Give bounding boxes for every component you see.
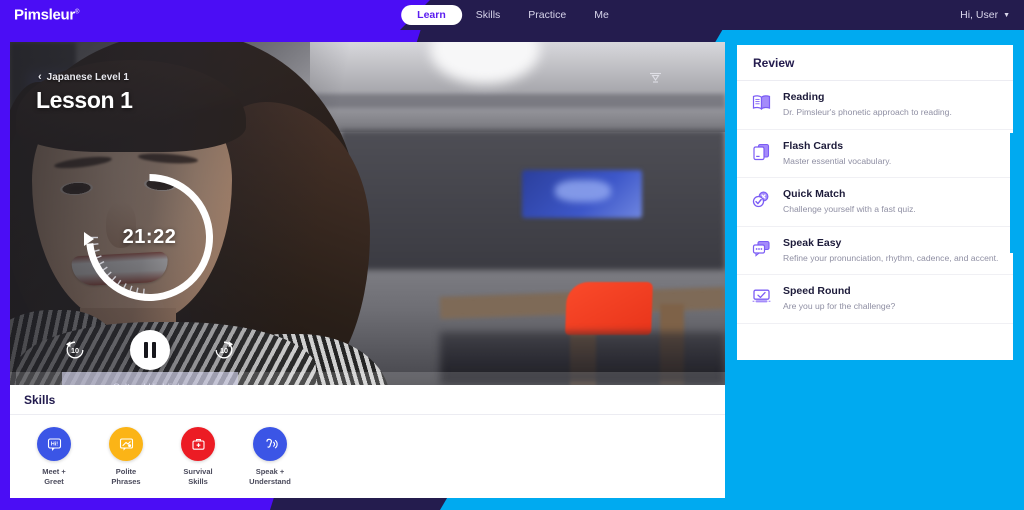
lesson-card: ‹ Japanese Level 1 Lesson 1 21:22 10 10 … [10, 42, 725, 498]
skill-label-line2: Greet [44, 477, 64, 487]
review-item-title: Flash Cards [783, 139, 844, 152]
svg-text:Hi!: Hi! [50, 441, 57, 447]
top-navigation-bar: Pimsleur® Learn Skills Practice Me Hi, U… [0, 0, 1024, 30]
logo-text: Pimsleur [14, 6, 75, 24]
skill-circle-meet-greet: Hi! [37, 427, 71, 461]
skill-label-line2: Skills [188, 477, 208, 487]
chevron-down-icon: ▼ [1003, 11, 1010, 19]
skill-label-line2: Phrases [111, 477, 141, 487]
pimsleur-logo[interactable]: Pimsleur® [14, 7, 79, 24]
nav-item-practice[interactable]: Practice [514, 5, 580, 25]
skill-item-meet-greet[interactable]: Hi! Meet + Greet [26, 427, 82, 487]
skill-circle-survival-skills [181, 427, 215, 461]
nav-links: Learn Skills Practice Me [401, 0, 623, 30]
skills-list: Hi! Meet + Greet Polite Phrases Survival… [10, 415, 725, 487]
player-controls: 10 10 [62, 330, 237, 370]
handshake-icon [119, 437, 133, 451]
rewind-10-button[interactable]: 10 [62, 337, 88, 363]
nav-item-learn[interactable]: Learn [401, 5, 462, 25]
nav-item-me[interactable]: Me [580, 5, 623, 25]
nav-item-skills[interactable]: Skills [462, 5, 515, 25]
review-item-reading[interactable]: Reading Dr. Pimsleur's phonetic approach… [737, 81, 1013, 130]
svg-text:10: 10 [71, 346, 79, 355]
user-menu[interactable]: Hi, User ▼ [960, 9, 1010, 21]
skill-item-speak-understand[interactable]: Speak + Understand [242, 427, 298, 487]
review-item-title: Quick Match [783, 188, 846, 201]
first-aid-kit-icon [191, 438, 205, 450]
pause-icon [143, 342, 156, 358]
review-item-title: Speak Easy [783, 236, 842, 249]
review-item-speak-easy[interactable]: Speak Easy Refine your pronunciation, rh… [737, 227, 1013, 276]
svg-text:10: 10 [220, 346, 228, 355]
app-stage: Pimsleur® Learn Skills Practice Me Hi, U… [0, 0, 1024, 510]
back-link-label: Japanese Level 1 [46, 72, 129, 83]
lesson-progress-dial[interactable]: 21:22 [82, 170, 217, 305]
speech-hi-icon: Hi! [47, 437, 61, 451]
skill-item-survival-skills[interactable]: Survival Skills [170, 427, 226, 487]
review-item-title: Speed Round [783, 285, 851, 298]
skill-label-speak-understand: Speak + Understand [249, 467, 291, 487]
cards-icon [751, 140, 773, 168]
forward-10-button[interactable]: 10 [211, 337, 237, 363]
playback-speed-icon[interactable] [648, 70, 663, 85]
review-panel-title: Review [737, 45, 1013, 81]
review-item-flash-cards[interactable]: Flash Cards Master essential vocabulary. [737, 130, 1013, 179]
review-item-title: Reading [783, 91, 825, 103]
skills-section: Skills Hi! Meet + Greet Polite Phrases S… [10, 385, 725, 498]
skill-label-line1: Survival [183, 467, 213, 476]
ear-sound-icon [265, 438, 278, 448]
skill-label-line1: Speak + [255, 467, 285, 476]
review-item-quick-match[interactable]: Quick Match Challenge yourself with a fa… [737, 178, 1013, 227]
speed-meter-icon [751, 285, 773, 313]
skill-label-line1: Meet + [42, 467, 66, 476]
review-item-speed-round[interactable]: Speed Round Are you up for the challenge… [737, 275, 1013, 324]
chat-bubbles-icon [751, 237, 773, 265]
skill-label-line2: Understand [249, 477, 291, 487]
skill-label-line1: Polite [115, 467, 137, 476]
lesson-player[interactable]: ‹ Japanese Level 1 Lesson 1 21:22 10 10 [10, 42, 725, 385]
skill-label-survival-skills: Survival Skills [183, 467, 212, 487]
review-item-subtitle: Refine your pronunciation, rhythm, caden… [783, 252, 999, 263]
skills-title: Skills [10, 385, 725, 415]
pause-button[interactable] [129, 330, 170, 370]
time-remaining: 21:22 [122, 226, 177, 248]
open-book-icon [751, 91, 773, 119]
check-circle-icon [751, 188, 773, 216]
player-scrubber[interactable] [10, 372, 725, 385]
logo-trademark: ® [74, 9, 80, 16]
back-to-course-link[interactable]: ‹ Japanese Level 1 [38, 71, 129, 84]
review-panel-scrollbar[interactable] [1010, 133, 1013, 253]
skill-circle-polite-phrases [109, 427, 143, 461]
lesson-title: Lesson 1 [36, 87, 133, 113]
review-item-subtitle: Master essential vocabulary. [783, 155, 892, 166]
review-panel: Review Reading Dr. Pimsleur's phonetic a… [737, 45, 1013, 360]
skill-label-polite-phrases: Polite Phrases [111, 467, 140, 487]
chevron-left-icon: ‹ [38, 71, 42, 83]
skill-item-polite-phrases[interactable]: Polite Phrases [98, 427, 154, 487]
skill-label-meet-greet: Meet + Greet [42, 467, 66, 487]
skill-circle-speak-understand [253, 427, 287, 461]
review-item-subtitle: Challenge yourself with a fast quiz. [783, 204, 916, 215]
review-item-subtitle: Dr. Pimsleur's phonetic approach to read… [783, 107, 952, 118]
review-item-subtitle: Are you up for the challenge? [783, 301, 896, 312]
scrubber-fill [62, 372, 238, 385]
user-menu-label: Hi, User [960, 9, 999, 21]
